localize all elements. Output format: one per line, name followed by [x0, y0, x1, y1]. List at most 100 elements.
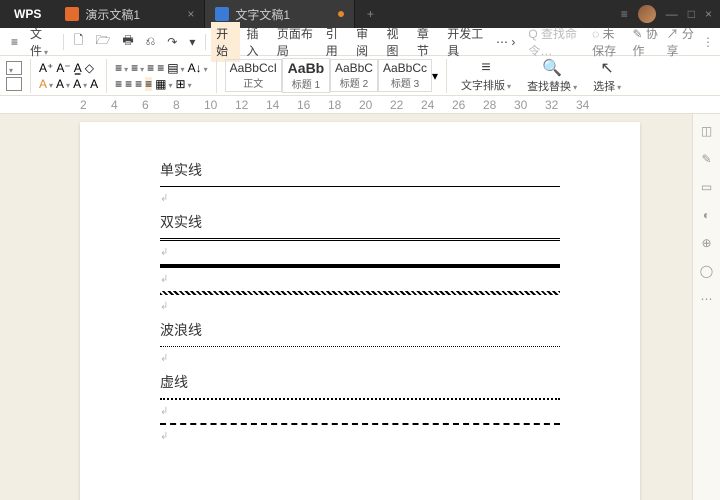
ruler-tick: 12 [235, 98, 248, 112]
indent-dec-button[interactable]: ≡ [147, 61, 154, 75]
style-h1[interactable]: AaBb标题 1 [282, 58, 330, 93]
align-right-button[interactable]: ≡ [135, 77, 142, 91]
line-single [160, 186, 560, 187]
ruler-tick: 34 [576, 98, 589, 112]
tab-review[interactable]: 审阅 [351, 22, 379, 62]
sidebar-pane-icon[interactable]: ◫ [701, 124, 712, 138]
styles-gallery[interactable]: AaBbCcI正文 AaBb标题 1 AaBbC标题 2 AaBbCc标题 3 … [225, 58, 438, 93]
close-button[interactable]: × [705, 7, 712, 21]
ruler-tick: 30 [514, 98, 527, 112]
style-normal[interactable]: AaBbCcI正文 [225, 59, 282, 92]
heading-dashed: 虚线 [160, 372, 560, 392]
ruler-tick: 28 [483, 98, 496, 112]
shrink-font-button[interactable]: A⁻ [56, 61, 70, 75]
para-mark: ↲ [160, 406, 560, 417]
paragraph-group: ≡ ≡ ≡ ≡ ▤ A↓ ≡ ≡ ≡ ≡ ▦ ⊞ [115, 61, 207, 91]
ruler-tick: 32 [545, 98, 558, 112]
hamburger-icon[interactable]: ≡ [6, 32, 23, 52]
file-menu[interactable]: 文件 [25, 22, 58, 62]
font-color-button[interactable]: A [39, 77, 53, 91]
print-icon[interactable]: 🖶 [117, 28, 138, 55]
text-effect-button[interactable]: A [73, 77, 87, 91]
page[interactable]: 单实线 ↲ 双实线 ↲ ↲ ↲ 波浪线 ↲ 虚线 ↲ ↲ [80, 122, 640, 500]
ruler-tick: 26 [452, 98, 465, 112]
tab-layout[interactable]: 页面布局 [272, 22, 319, 62]
grow-font-button[interactable]: A⁺ [39, 61, 53, 75]
cloud-status[interactable]: ◌ 未保存 [592, 25, 624, 59]
style-h2[interactable]: AaBbC标题 2 [330, 59, 378, 92]
tab-developer[interactable]: 开发工具 [442, 22, 489, 62]
sidebar-more-icon[interactable]: ⋯ [701, 292, 713, 306]
tab-sections[interactable]: 章节 [412, 22, 440, 62]
line-spacing-button[interactable]: ▤ [167, 61, 184, 75]
para-mark: ↲ [160, 193, 560, 204]
sort-button[interactable]: A↓ [188, 61, 208, 75]
document-canvas[interactable]: 单实线 ↲ 双实线 ↲ ↲ ↲ 波浪线 ↲ 虚线 ↲ ↲ [0, 114, 720, 500]
open-icon[interactable]: 🗁 [90, 28, 115, 55]
redo-icon[interactable]: ↷ [162, 32, 182, 52]
tab-home[interactable]: 开始 [211, 22, 239, 62]
ruler-tick: 6 [142, 98, 149, 112]
line-thick-double [160, 264, 560, 268]
ruler-tick: 24 [421, 98, 434, 112]
shading-button[interactable]: ▦ [155, 77, 172, 91]
paste-button[interactable] [6, 61, 22, 75]
indent-inc-button[interactable]: ≡ [157, 61, 164, 75]
align-center-button[interactable]: ≡ [125, 77, 132, 91]
align-left-button[interactable]: ≡ [115, 77, 122, 91]
text-layout-button[interactable]: ≡文字排版 [455, 59, 517, 93]
doc-icon [215, 7, 229, 21]
ruler[interactable]: 246810121416182022242628303234 [0, 96, 720, 114]
clear-format-button[interactable]: ◇ [85, 61, 94, 75]
font-dialog-button[interactable]: A [90, 77, 98, 91]
share-button[interactable]: ↗ 分享 [667, 25, 694, 59]
cut-button[interactable] [6, 77, 22, 91]
menu-icon[interactable]: ≡ [621, 7, 628, 21]
ppt-icon [65, 7, 79, 21]
sidebar-add-icon[interactable]: ⊕ [701, 236, 711, 250]
close-icon[interactable]: × [187, 7, 194, 21]
tab-more[interactable]: ⋯ › [491, 32, 520, 52]
sidebar-shape-icon[interactable]: ▭ [701, 180, 712, 194]
bullets-button[interactable]: ≡ [115, 61, 128, 75]
tab-presentation[interactable]: 演示文稿1 × [55, 0, 205, 28]
ruler-tick: 20 [359, 98, 372, 112]
maximize-button[interactable]: □ [688, 7, 695, 21]
ruler-tick: 2 [80, 98, 87, 112]
dirty-indicator [338, 11, 344, 17]
search-input[interactable]: Q 查找命令… [522, 23, 590, 61]
line-dotted [160, 398, 560, 400]
minimize-button[interactable]: — [666, 7, 678, 21]
numbering-button[interactable]: ≡ [131, 61, 144, 75]
tab-references[interactable]: 引用 [321, 22, 349, 62]
change-case-button[interactable]: A͇ [74, 61, 82, 75]
undo-icon[interactable]: ⎌ [141, 31, 161, 52]
separator [30, 59, 31, 93]
tab-label: 演示文稿1 [85, 6, 140, 23]
separator [106, 59, 107, 93]
sidebar-theme-icon[interactable]: ◐ [703, 208, 710, 222]
para-mark: ↲ [160, 353, 560, 364]
new-icon[interactable]: 🗋 [69, 28, 89, 55]
tab-view[interactable]: 视图 [381, 22, 409, 62]
avatar[interactable] [638, 5, 656, 23]
ruler-tick: 18 [328, 98, 341, 112]
ruler-tick: 10 [204, 98, 217, 112]
para-mark: ↲ [160, 431, 560, 442]
overflow-icon[interactable]: ⋮ [702, 35, 714, 49]
heading-single: 单实线 [160, 160, 560, 180]
heading-double: 双实线 [160, 212, 560, 232]
styles-more-button[interactable]: ▾ [432, 69, 438, 83]
select-button[interactable]: ↖选择 [587, 58, 627, 94]
tab-insert[interactable]: 插入 [242, 22, 270, 62]
style-h3[interactable]: AaBbCc标题 3 [378, 59, 432, 92]
collab-button[interactable]: ✎ 协作 [632, 25, 658, 59]
highlight-button[interactable]: A [56, 77, 70, 91]
align-justify-button[interactable]: ≡ [145, 77, 152, 91]
font-group: A⁺ A⁻ A͇ ◇ A A A A [39, 61, 98, 91]
sidebar-circle-icon[interactable]: ◯ [700, 264, 713, 278]
more-qat-icon[interactable]: ▾ [184, 32, 200, 52]
find-replace-button[interactable]: 🔍查找替换 [521, 58, 583, 94]
sidebar-edit-icon[interactable]: ✎ [701, 152, 711, 166]
borders-button[interactable]: ⊞ [176, 77, 192, 91]
